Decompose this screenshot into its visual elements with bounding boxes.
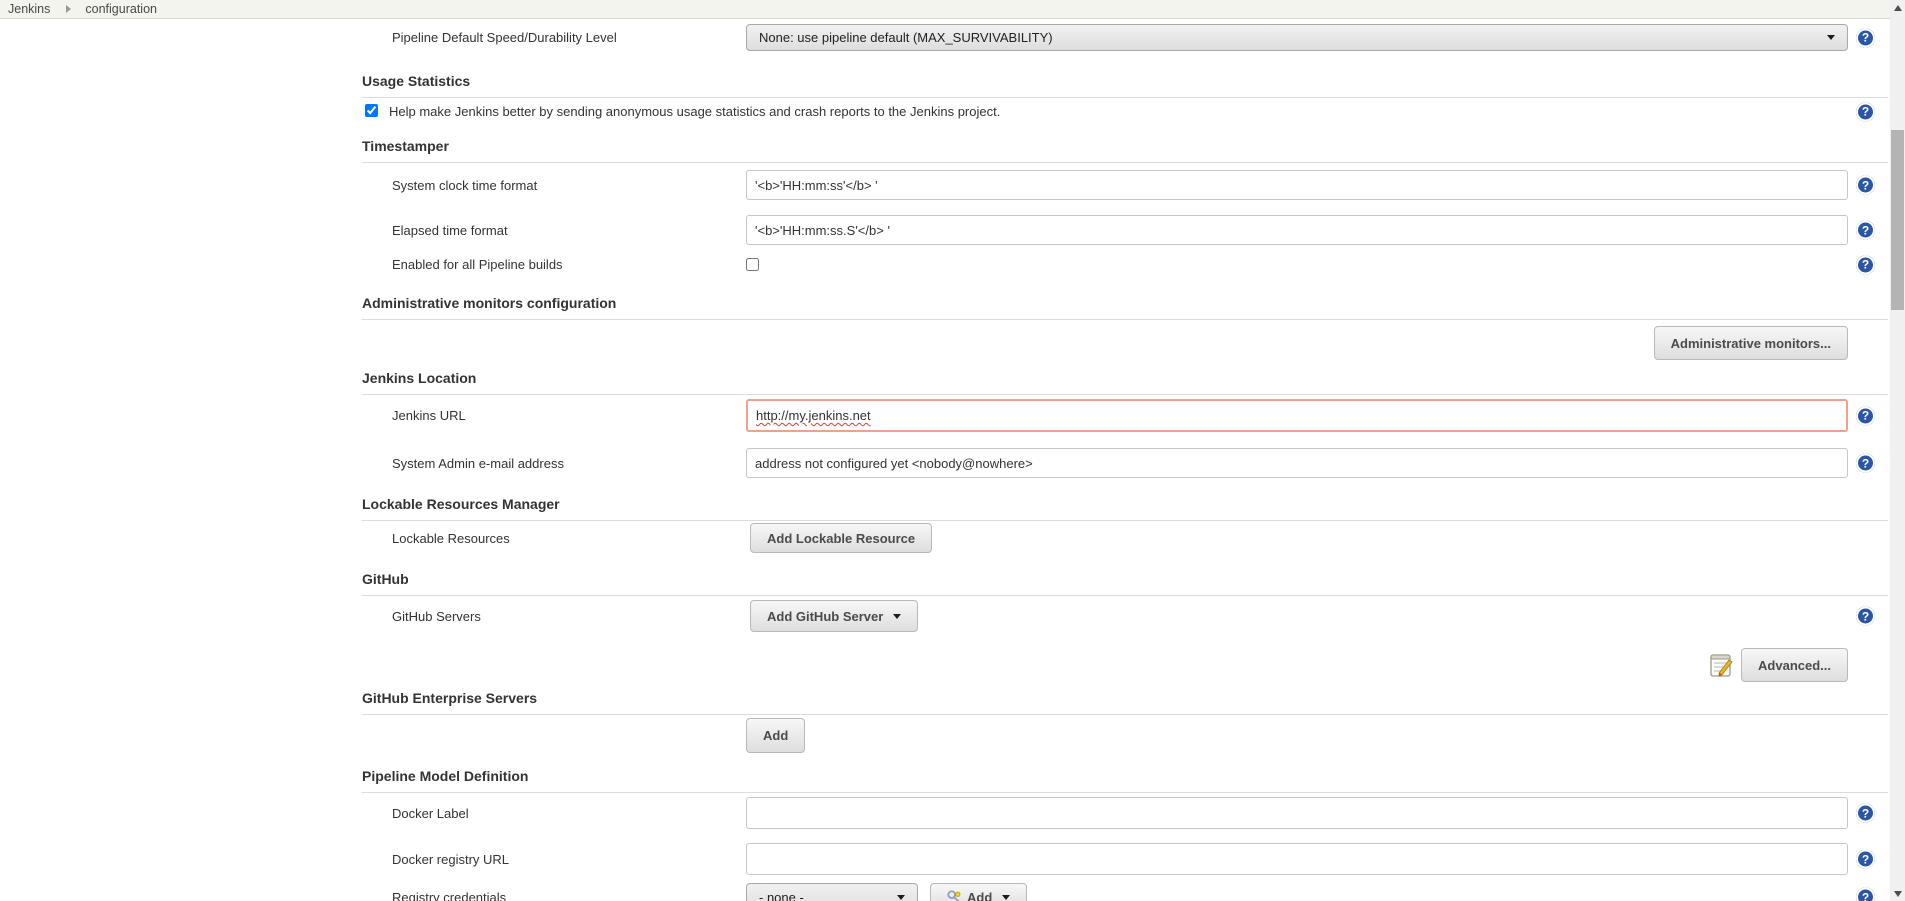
durability-select[interactable]: None: use pipeline default (MAX_SURVIVAB… — [746, 24, 1848, 51]
advanced-button[interactable]: Advanced... — [1741, 648, 1848, 682]
pipeline-builds-row: Enabled for all Pipeline builds — [362, 256, 1848, 273]
section-github-enterprise: GitHub Enterprise Servers — [362, 690, 1888, 715]
jenkins-url-help-icon[interactable] — [1856, 406, 1875, 425]
section-timestamper: Timestamper — [362, 138, 1888, 163]
section-github: GitHub — [362, 571, 1888, 596]
usage-statistics-row: Help make Jenkins better by sending anon… — [362, 103, 1848, 120]
administrative-monitors-button[interactable]: Administrative monitors... — [1654, 326, 1848, 360]
docker-label-help-icon[interactable] — [1856, 804, 1875, 823]
registry-credentials-help-icon[interactable] — [1856, 888, 1875, 901]
durability-select-value: None: use pipeline default (MAX_SURVIVAB… — [759, 30, 1053, 45]
pipeline-builds-help-icon[interactable] — [1856, 255, 1875, 274]
docker-label-label: Docker Label — [362, 806, 746, 821]
usage-statistics-help-icon[interactable] — [1856, 102, 1875, 121]
github-servers-row: GitHub Servers Add GitHub Server — [362, 600, 1848, 632]
admin-email-row: System Admin e-mail address — [362, 448, 1848, 478]
add-lockable-resource-button[interactable]: Add Lockable Resource — [750, 523, 932, 553]
breadcrumb-configuration[interactable]: configuration — [85, 2, 157, 16]
triangle-up-icon — [1894, 5, 1902, 11]
durability-row: Pipeline Default Speed/Durability Level … — [362, 24, 1848, 51]
docker-label-row: Docker Label — [362, 797, 1848, 829]
notepad-edit-icon[interactable] — [1709, 652, 1733, 678]
docker-registry-label: Docker registry URL — [362, 852, 746, 867]
breadcrumb: Jenkins configuration — [0, 0, 1890, 19]
docker-registry-row: Docker registry URL — [362, 843, 1848, 875]
admin-email-input[interactable] — [746, 448, 1848, 478]
usage-statistics-label: Help make Jenkins better by sending anon… — [389, 104, 1000, 119]
jenkins-configuration-page: Jenkins configuration Pipeline Default S… — [0, 0, 1905, 901]
pipeline-builds-checkbox[interactable] — [746, 258, 759, 271]
durability-help-icon[interactable] — [1856, 28, 1875, 47]
usage-statistics-checkbox[interactable] — [365, 104, 378, 117]
system-clock-input[interactable] — [746, 170, 1848, 200]
github-enterprise-add-row: Add — [362, 718, 1848, 753]
registry-credentials-select[interactable]: - none - — [746, 883, 918, 901]
scrollbar-down-arrow[interactable] — [1890, 886, 1905, 901]
section-pipeline-model: Pipeline Model Definition — [362, 768, 1888, 793]
system-clock-label: System clock time format — [362, 178, 746, 193]
admin-email-label: System Admin e-mail address — [362, 456, 746, 471]
triangle-down-icon — [1894, 891, 1902, 897]
elapsed-time-help-icon[interactable] — [1856, 221, 1875, 240]
docker-registry-input[interactable] — [746, 843, 1848, 875]
credentials-add-label: Add — [967, 890, 992, 901]
jenkins-url-row: Jenkins URL http://my.jenkins.net — [362, 399, 1848, 432]
system-clock-help-icon[interactable] — [1856, 176, 1875, 195]
lockable-resources-row: Lockable Resources Add Lockable Resource — [362, 523, 1848, 553]
breadcrumb-jenkins[interactable]: Jenkins — [8, 2, 50, 16]
caret-down-icon — [1002, 895, 1010, 900]
docker-label-input[interactable] — [746, 797, 1848, 829]
caret-down-icon — [1827, 35, 1835, 40]
jenkins-url-input[interactable]: http://my.jenkins.net — [746, 399, 1848, 432]
admin-email-help-icon[interactable] — [1856, 454, 1875, 473]
section-admin-monitors: Administrative monitors configuration — [362, 295, 1888, 320]
vertical-scrollbar[interactable] — [1890, 0, 1905, 901]
registry-credentials-row: Registry credentials - none - Add — [362, 883, 1848, 901]
github-enterprise-add-button[interactable]: Add — [746, 718, 805, 753]
elapsed-time-input[interactable] — [746, 215, 1848, 245]
elapsed-time-row: Elapsed time format — [362, 215, 1848, 245]
section-jenkins-location: Jenkins Location — [362, 370, 1888, 395]
add-github-server-label: Add GitHub Server — [767, 609, 883, 624]
add-github-server-button[interactable]: Add GitHub Server — [750, 600, 918, 632]
key-icon — [947, 890, 962, 901]
docker-registry-help-icon[interactable] — [1856, 850, 1875, 869]
caret-down-icon — [897, 895, 905, 900]
jenkins-url-label: Jenkins URL — [362, 408, 746, 423]
elapsed-time-label: Elapsed time format — [362, 223, 746, 238]
scrollbar-thumb[interactable] — [1891, 130, 1904, 310]
breadcrumb-chevron-icon — [66, 5, 71, 13]
section-lockable-resources: Lockable Resources Manager — [362, 496, 1888, 521]
github-servers-help-icon[interactable] — [1856, 607, 1875, 626]
caret-down-icon — [893, 614, 901, 619]
github-servers-label: GitHub Servers — [362, 609, 746, 624]
registry-credentials-label: Registry credentials — [362, 890, 746, 901]
pipeline-builds-label: Enabled for all Pipeline builds — [362, 257, 746, 272]
registry-credentials-value: - none - — [759, 890, 804, 901]
system-clock-row: System clock time format — [362, 170, 1848, 200]
durability-label: Pipeline Default Speed/Durability Level — [362, 30, 746, 45]
github-advanced-row: Advanced... — [362, 648, 1848, 682]
credentials-add-button[interactable]: Add — [930, 883, 1027, 901]
scrollbar-up-arrow[interactable] — [1890, 0, 1905, 15]
admin-monitors-row: Administrative monitors... — [362, 326, 1848, 360]
lockable-resources-label: Lockable Resources — [362, 531, 746, 546]
jenkins-url-value: http://my.jenkins.net — [756, 408, 871, 423]
section-usage-statistics: Usage Statistics — [362, 73, 1888, 98]
